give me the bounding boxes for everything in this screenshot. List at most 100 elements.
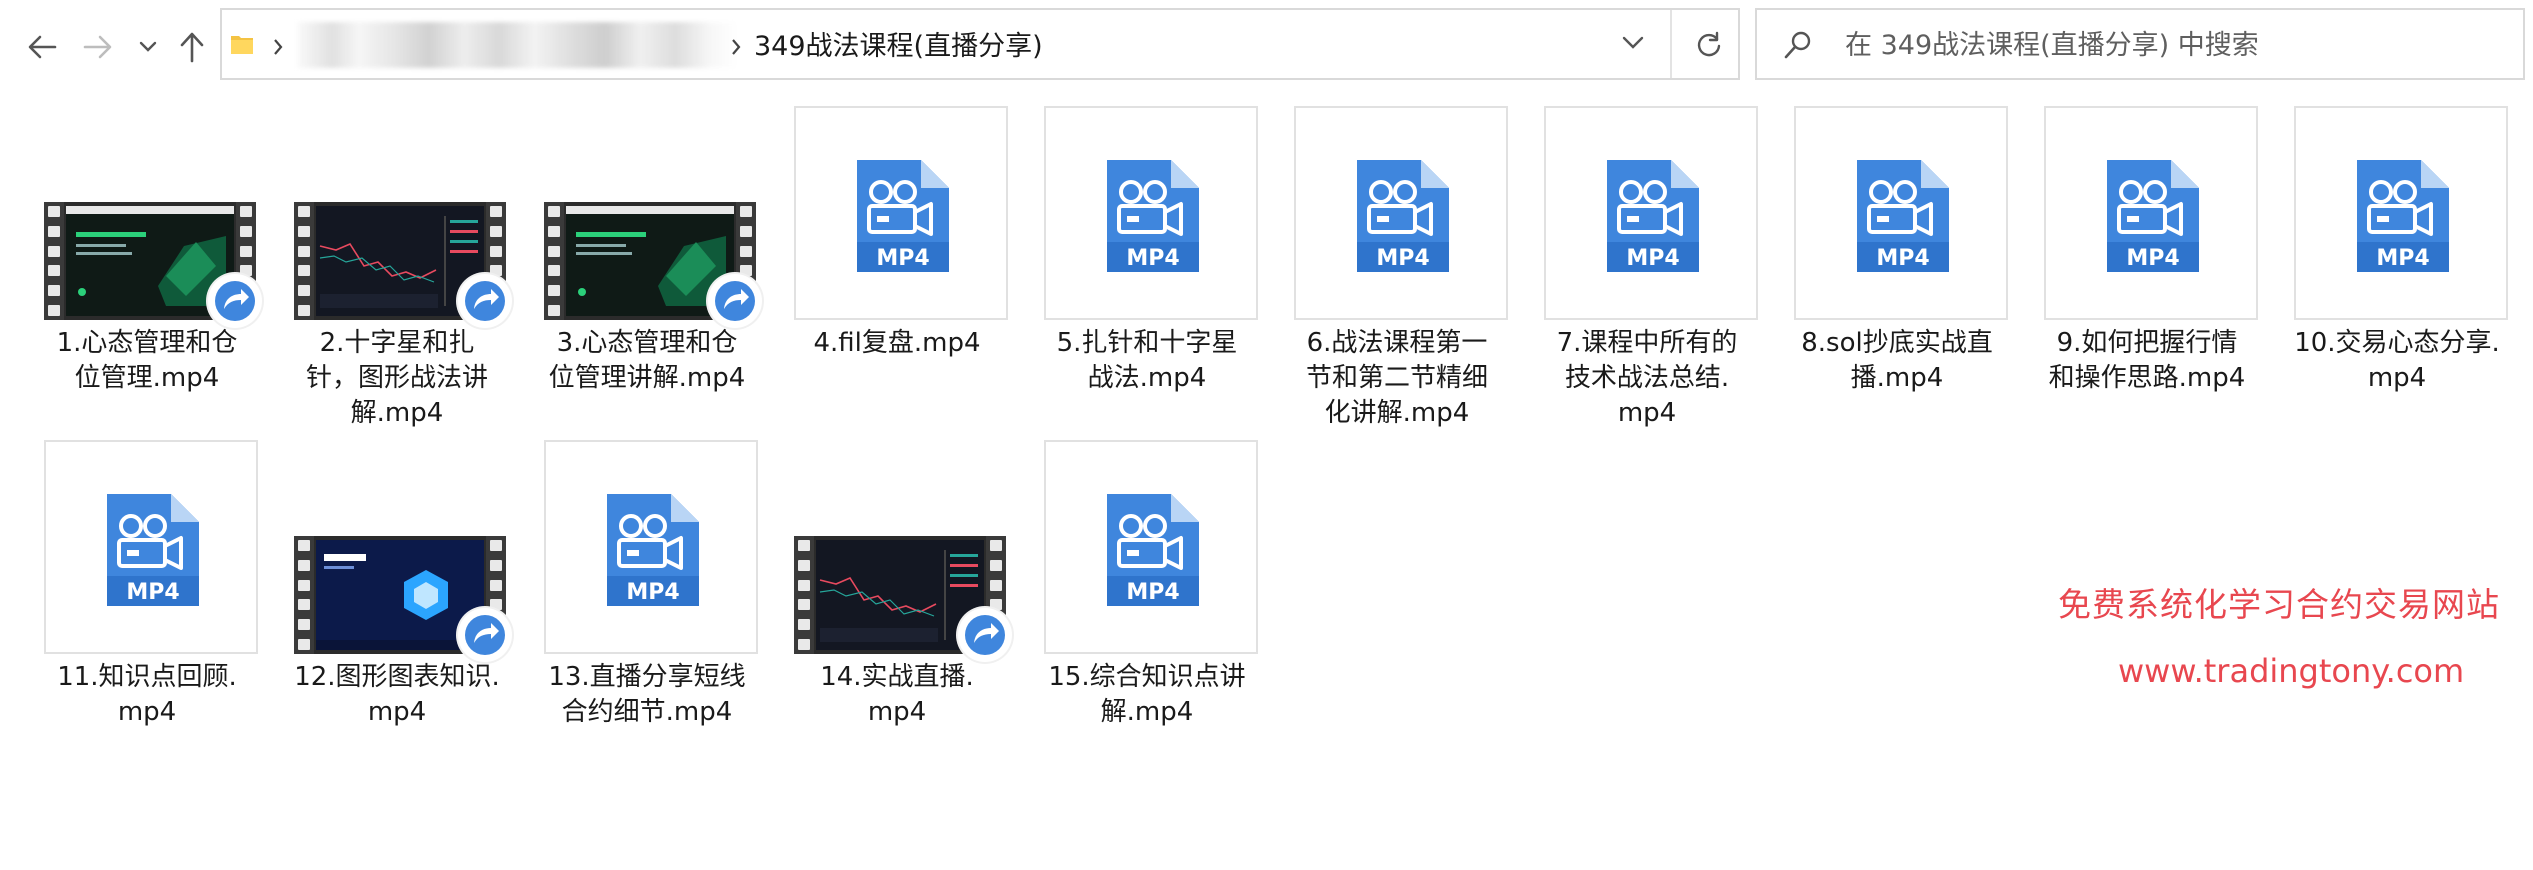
mp4-file-icon: MP4: [607, 494, 699, 606]
file-name-line: 节和第二节精细: [1305, 363, 1488, 393]
file-name: 11.知识点回顾. mp4: [22, 660, 272, 730]
arrow-right-icon: [83, 35, 112, 59]
address-history-chevron-icon[interactable]: [1622, 36, 1644, 50]
svg-text:MP4: MP4: [876, 246, 929, 271]
search-box[interactable]: [1755, 8, 2525, 80]
forward-button[interactable]: [72, 18, 124, 76]
share-overlay-icon: [208, 274, 262, 328]
refresh-button[interactable]: [1674, 20, 1744, 70]
svg-text:MP4: MP4: [126, 580, 179, 605]
share-overlay-icon: [958, 608, 1012, 662]
file-name-line: 和操作思路.mp4: [2048, 363, 2246, 393]
chevron-right-icon[interactable]: [730, 38, 742, 56]
file-name: 7.课程中所有的 技术战法总结. mp4: [1522, 326, 1772, 431]
file-name: 2.十字星和扎 针，图形战法讲 解.mp4: [272, 326, 522, 431]
folder-icon: [231, 36, 253, 54]
file-name-line: 7.课程中所有的: [1556, 328, 1738, 358]
svg-text:MP4: MP4: [1126, 580, 1179, 605]
svg-text:MP4: MP4: [1126, 246, 1179, 271]
file-name-line: 技术战法总结.: [1564, 363, 1730, 393]
file-thumbnail: MP4: [544, 440, 758, 654]
file-thumbnail: MP4: [1044, 440, 1258, 654]
chevron-down-icon: [139, 41, 157, 52]
file-name: 8.sol抄底实战直 播.mp4: [1772, 326, 2022, 396]
file-name-line: 4.fil复盘.mp4: [813, 328, 981, 358]
mp4-file-icon: MP4: [1107, 494, 1199, 606]
file-name-line: 8.sol抄底实战直: [1801, 328, 1993, 358]
blurred-breadcrumb-path[interactable]: [297, 22, 737, 68]
file-name-line: 战法.mp4: [1087, 363, 1207, 393]
up-button[interactable]: [166, 18, 218, 76]
file-thumbnail: MP4: [794, 106, 1008, 320]
file-name-line: mp4: [1617, 398, 1677, 428]
refresh-icon: [1697, 31, 1721, 57]
watermark-url: www.tradingtony.com: [2118, 652, 2465, 690]
arrow-left-icon: [28, 35, 57, 59]
file-name-line: mp4: [367, 697, 427, 727]
file-name: 5.扎针和十字星 战法.mp4: [1022, 326, 1272, 396]
file-name-line: 11.知识点回顾.: [57, 662, 237, 692]
file-name-line: 解.mp4: [1100, 697, 1194, 727]
search-input[interactable]: [1843, 20, 2507, 70]
file-name-line: 6.战法课程第一: [1306, 328, 1488, 358]
address-bar[interactable]: 349战法课程(直播分享): [220, 8, 1740, 80]
file-name: 1.心态管理和仓 位管理.mp4: [22, 326, 272, 396]
mp4-file-icon: MP4: [2357, 160, 2449, 272]
file-name: 9.如何把握行情 和操作思路.mp4: [2022, 326, 2272, 396]
file-name: 3.心态管理和仓 位管理讲解.mp4: [522, 326, 772, 396]
svg-text:MP4: MP4: [1376, 246, 1429, 271]
file-name: 6.战法课程第一 节和第二节精细 化讲解.mp4: [1272, 326, 1522, 431]
file-name-line: mp4: [117, 697, 177, 727]
chevron-right-icon[interactable]: [272, 38, 284, 56]
arrow-up-icon: [180, 32, 204, 63]
file-thumbnail: MP4: [1794, 106, 2008, 320]
file-thumbnail: MP4: [1544, 106, 1758, 320]
file-thumbnail: MP4: [2044, 106, 2258, 320]
file-name-line: 1.心态管理和仓: [56, 328, 238, 358]
file-name-line: 14.实战直播.: [820, 662, 974, 692]
file-thumbnail: MP4: [1044, 106, 1258, 320]
svg-text:MP4: MP4: [2376, 246, 2429, 271]
file-name: 10.交易心态分享. mp4: [2272, 326, 2522, 396]
mp4-file-icon: MP4: [107, 494, 199, 606]
file-name-line: 9.如何把握行情: [2056, 328, 2238, 358]
share-overlay-icon: [708, 274, 762, 328]
file-thumbnail: MP4: [1294, 106, 1508, 320]
file-name-line: mp4: [2367, 363, 2427, 393]
file-name-line: 15.综合知识点讲: [1048, 662, 1246, 692]
file-name-line: 12.图形图表知识.: [294, 662, 500, 692]
mp4-file-icon: MP4: [1107, 160, 1199, 272]
file-name-line: 位管理.mp4: [74, 363, 220, 393]
file-thumbnail: MP4: [2294, 106, 2508, 320]
svg-text:MP4: MP4: [2126, 246, 2179, 271]
recent-locations-button[interactable]: [124, 18, 172, 76]
file-name: 4.fil复盘.mp4: [772, 326, 1022, 361]
file-name-line: 3.心态管理和仓: [556, 328, 738, 358]
watermark-slogan: 免费系统化学习合约交易网站: [2058, 585, 2500, 624]
file-name-line: 播.mp4: [1850, 363, 1944, 393]
file-name: 15.综合知识点讲 解.mp4: [1022, 660, 1272, 730]
file-name-line: mp4: [867, 697, 927, 727]
file-name-line: 10.交易心态分享.: [2294, 328, 2500, 358]
file-name-line: 13.直播分享短线: [548, 662, 746, 692]
file-name-line: 化讲解.mp4: [1324, 398, 1470, 428]
mp4-file-icon: MP4: [1857, 160, 1949, 272]
share-overlay-icon: [458, 608, 512, 662]
file-name-line: 5.扎针和十字星: [1056, 328, 1238, 358]
back-button[interactable]: [16, 18, 68, 76]
mp4-file-icon: MP4: [1607, 160, 1699, 272]
file-thumbnail: MP4: [44, 440, 258, 654]
file-name-line: 合约细节.mp4: [561, 697, 733, 727]
mp4-file-icon: MP4: [857, 160, 949, 272]
share-overlay-icon: [458, 274, 512, 328]
search-icon: [1784, 31, 1811, 59]
breadcrumb-current-folder[interactable]: 349战法课程(直播分享): [754, 24, 1043, 63]
file-name: 14.实战直播. mp4: [772, 660, 1022, 730]
svg-text:MP4: MP4: [1626, 246, 1679, 271]
file-name: 13.直播分享短线 合约细节.mp4: [522, 660, 772, 730]
mp4-file-icon: MP4: [2107, 160, 2199, 272]
svg-text:MP4: MP4: [626, 580, 679, 605]
file-name-line: 解.mp4: [350, 398, 444, 428]
file-name-line: 针，图形战法讲: [305, 363, 488, 393]
file-name-line: 位管理讲解.mp4: [548, 363, 746, 393]
